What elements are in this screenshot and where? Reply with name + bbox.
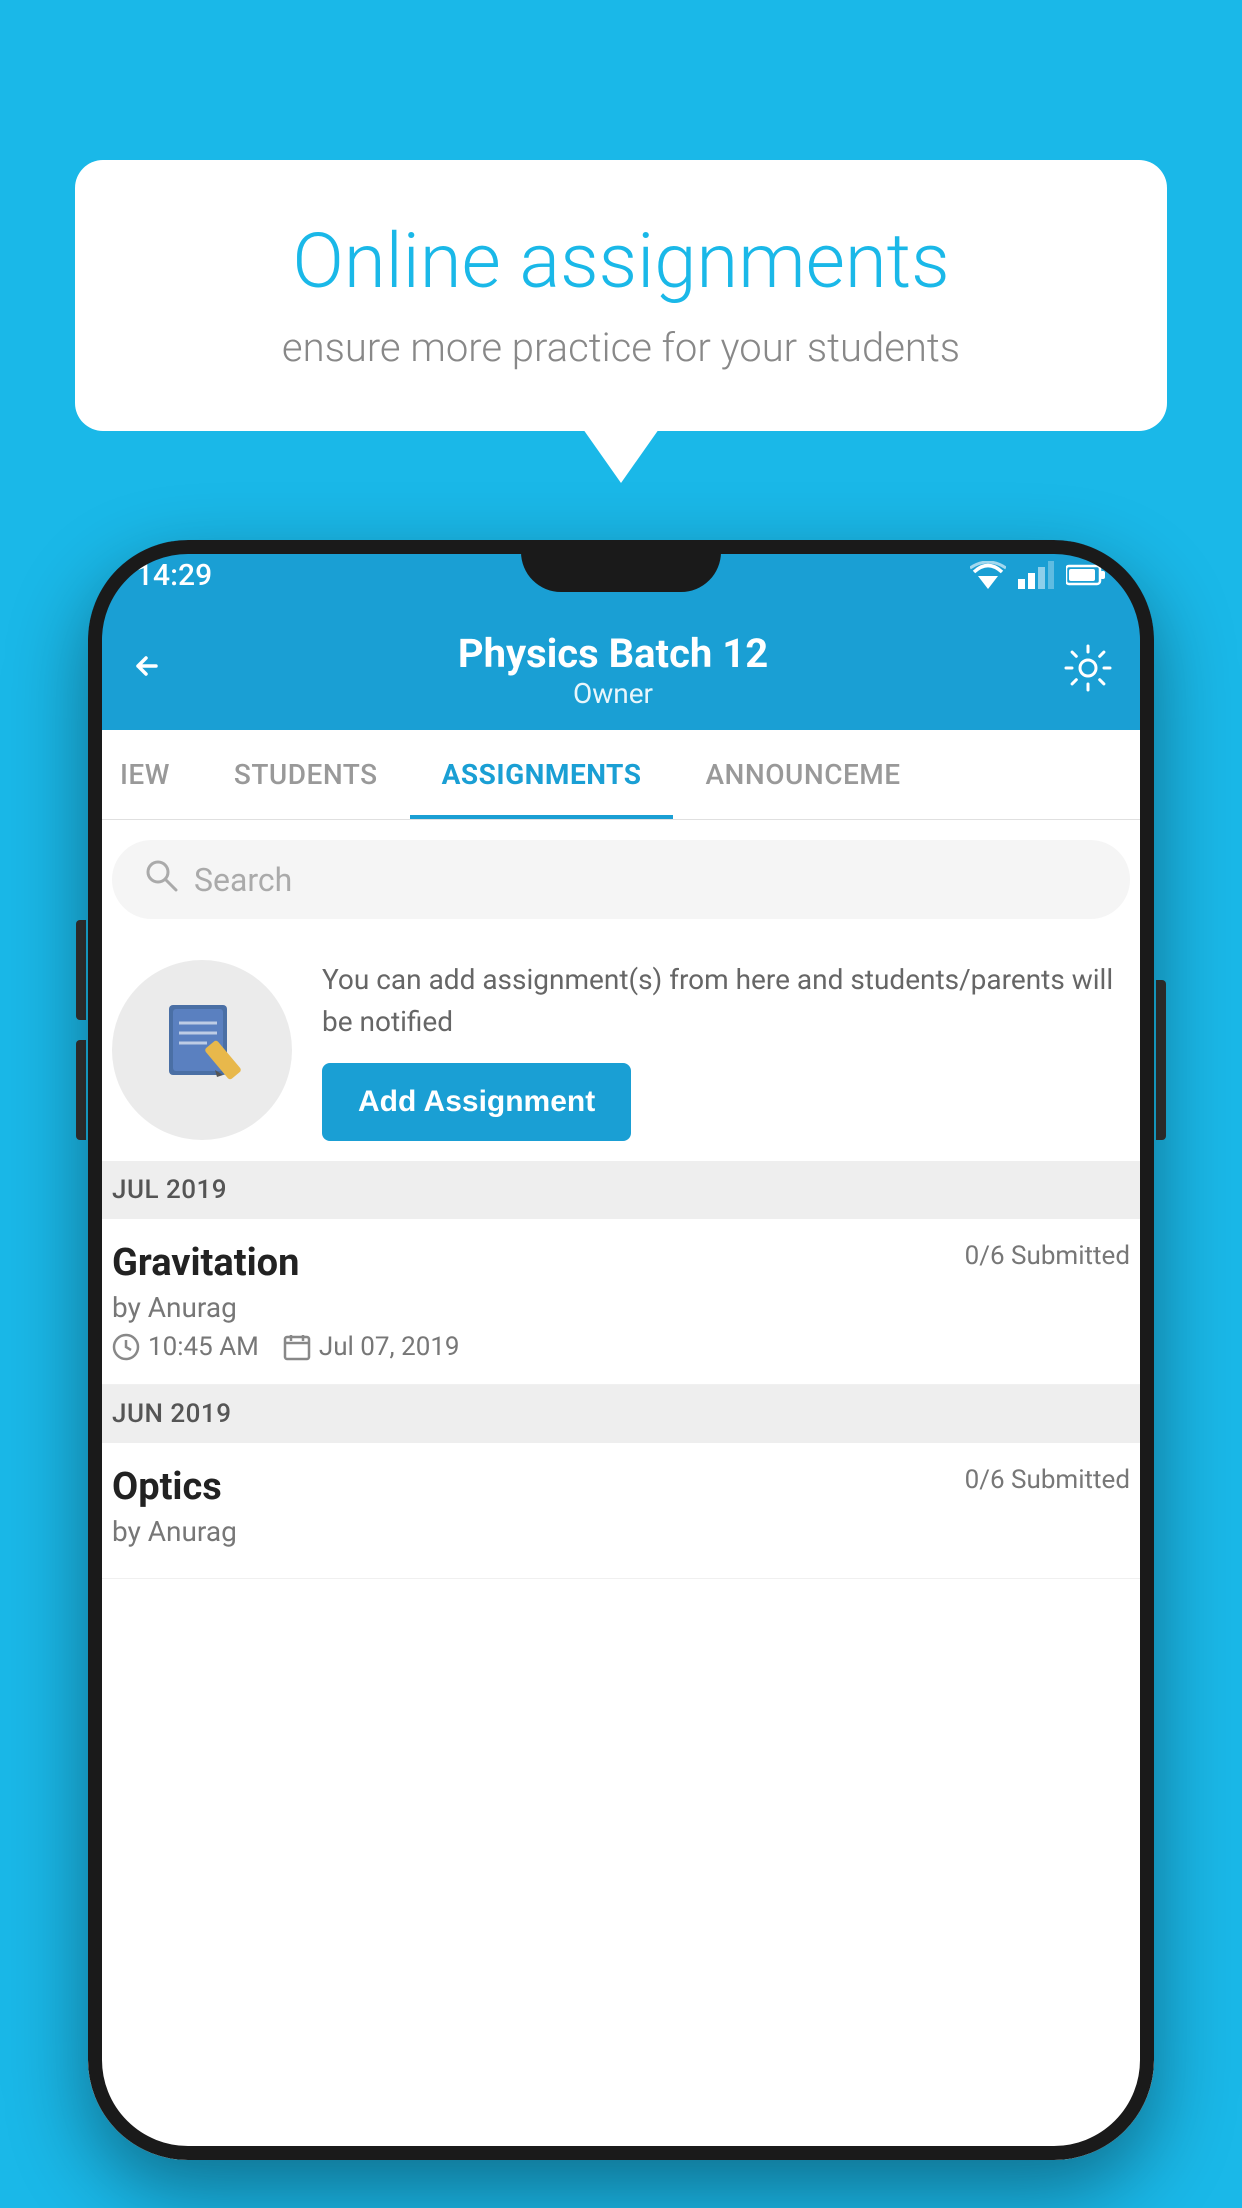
assignment-item-optics[interactable]: Optics 0/6 Submitted by Anurag — [88, 1443, 1154, 1579]
volume-down-button[interactable] — [76, 1040, 86, 1140]
assignment-title-optics: Optics — [112, 1465, 222, 1509]
header-subtitle: Owner — [458, 677, 768, 710]
assignment-submitted-gravitation: 0/6 Submitted — [965, 1241, 1130, 1271]
phone-frame: 14:29 — [88, 540, 1154, 2160]
assignment-time: 10:45 AM — [112, 1332, 259, 1362]
power-button[interactable] — [1156, 980, 1166, 1140]
promo-description: You can add assignment(s) from here and … — [322, 959, 1130, 1043]
tab-assignments[interactable]: ASSIGNMENTS — [410, 730, 674, 819]
status-icons — [970, 561, 1106, 589]
speech-bubble-card: Online assignments ensure more practice … — [75, 160, 1167, 431]
section-header-jul: JUL 2019 — [88, 1161, 1154, 1219]
assignment-by-optics: by Anurag — [112, 1515, 1130, 1548]
status-time: 14:29 — [136, 558, 212, 593]
promo-right: You can add assignment(s) from here and … — [322, 959, 1130, 1141]
volume-up-button[interactable] — [76, 920, 86, 1020]
screen-content: Search — [88, 820, 1154, 2160]
settings-button[interactable] — [1062, 642, 1114, 698]
tab-announcements[interactable]: ANNOUNCEME — [673, 730, 932, 819]
assignment-meta-gravitation: 10:45 AM Jul 07, 2019 — [112, 1332, 1130, 1362]
search-bar[interactable]: Search — [112, 840, 1130, 919]
calendar-icon — [283, 1333, 311, 1361]
assignment-icon — [157, 995, 247, 1105]
header-title: Physics Batch 12 — [458, 630, 768, 677]
clock-icon — [112, 1333, 140, 1361]
battery-icon — [1066, 564, 1106, 586]
promo-card: You can add assignment(s) from here and … — [88, 939, 1154, 1161]
section-header-jun: JUN 2019 — [88, 1385, 1154, 1443]
assignment-date-value: Jul 07, 2019 — [319, 1332, 460, 1362]
tab-overview[interactable]: IEW — [88, 730, 202, 819]
speech-bubble-title: Online assignments — [155, 220, 1087, 304]
assignment-by-gravitation: by Anurag — [112, 1291, 1130, 1324]
app-header: Physics Batch 12 Owner — [88, 610, 1154, 730]
add-assignment-button[interactable]: Add Assignment — [322, 1063, 631, 1141]
assignment-time-value: 10:45 AM — [148, 1332, 259, 1362]
back-button[interactable] — [128, 647, 164, 694]
signal-icon — [1018, 561, 1054, 589]
search-icon — [144, 858, 178, 901]
assignment-title-gravitation: Gravitation — [112, 1241, 299, 1285]
promo-icon-circle — [112, 960, 292, 1140]
assignment-date: Jul 07, 2019 — [283, 1332, 460, 1362]
search-placeholder: Search — [194, 861, 292, 899]
assignment-item-gravitation[interactable]: Gravitation 0/6 Submitted by Anurag 10:4… — [88, 1219, 1154, 1385]
speech-bubble: Online assignments ensure more practice … — [75, 160, 1167, 431]
tab-students[interactable]: STUDENTS — [202, 730, 410, 819]
assignment-submitted-optics: 0/6 Submitted — [965, 1465, 1130, 1495]
header-center: Physics Batch 12 Owner — [458, 630, 768, 710]
phone-notch — [521, 540, 721, 592]
tabs-bar: IEW STUDENTS ASSIGNMENTS ANNOUNCEME — [88, 730, 1154, 820]
wifi-icon — [970, 561, 1006, 589]
speech-bubble-subtitle: ensure more practice for your students — [155, 324, 1087, 371]
